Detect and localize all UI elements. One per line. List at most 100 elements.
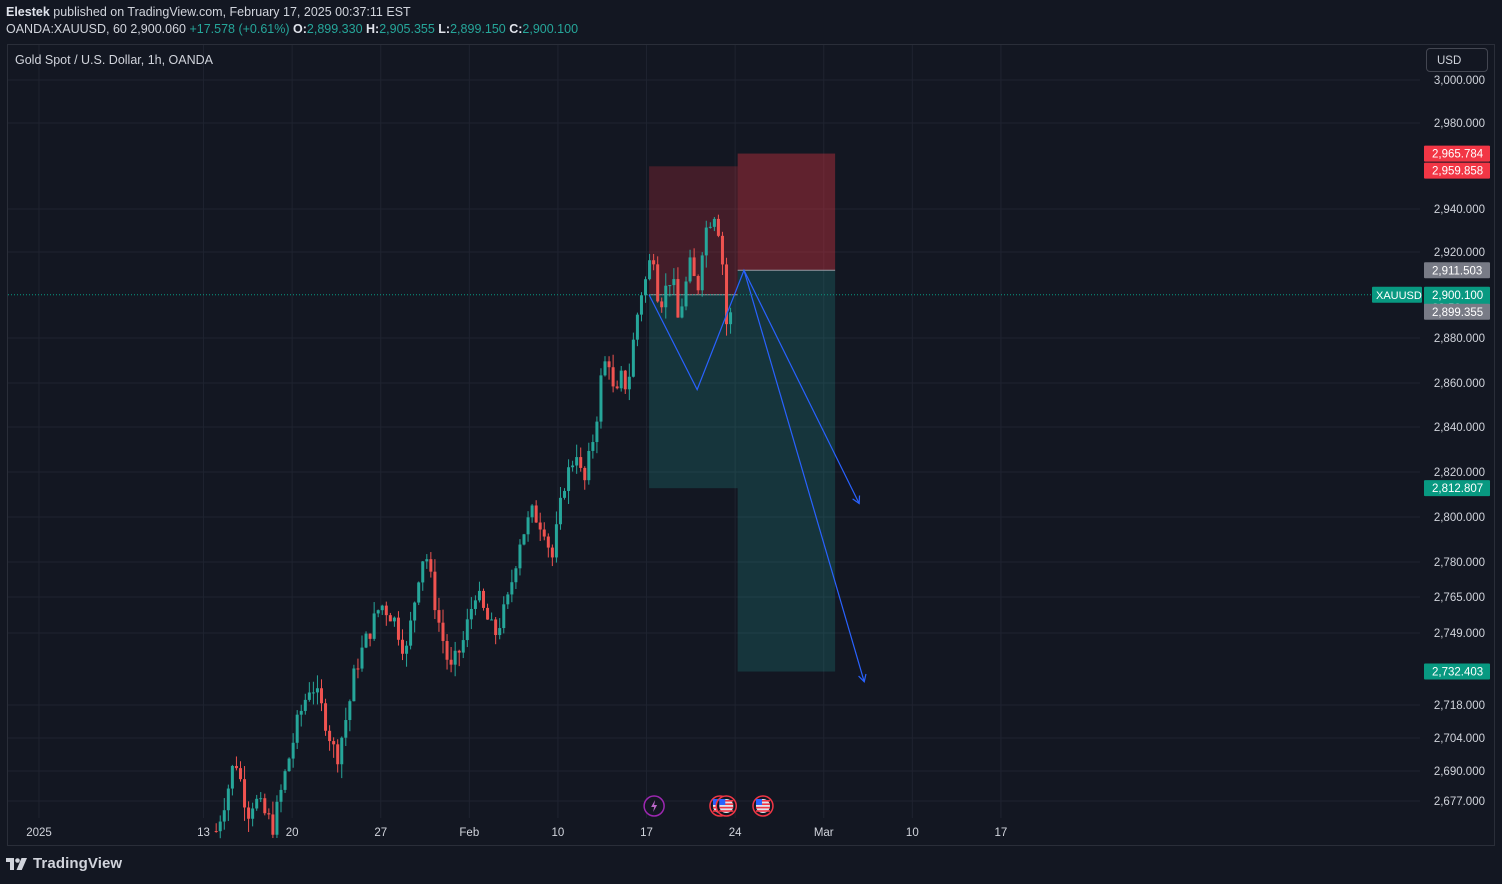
candle-body	[607, 361, 611, 368]
candle-body	[413, 602, 417, 621]
candle-body	[542, 529, 546, 537]
candle-body	[311, 692, 315, 694]
candle-body	[417, 582, 421, 603]
candle-body	[716, 218, 720, 236]
price-chart[interactable]: 3,000.000 2,980.000 2,940.000 2,920.000 2,88…	[0, 0, 1502, 884]
candle-body	[704, 227, 708, 256]
candle-body	[356, 668, 360, 670]
candle-body	[247, 807, 251, 819]
candle-body	[222, 810, 226, 822]
candle-body	[639, 295, 643, 315]
candle-body	[700, 255, 704, 291]
candle-body	[656, 264, 660, 302]
candle-body	[591, 442, 595, 451]
candle-body	[518, 544, 522, 569]
candle-body	[400, 639, 404, 654]
candle-body	[502, 604, 506, 629]
candle-body	[611, 367, 615, 387]
price-label: 2,899.355	[1432, 307, 1483, 319]
candle-body	[336, 744, 340, 765]
candle-body	[729, 312, 733, 325]
candle-body	[380, 605, 384, 611]
candle-body	[538, 522, 542, 530]
y-tick-label: 2,677.000	[1434, 796, 1485, 808]
x-tick-label: 13	[197, 827, 210, 839]
x-tick-label: 10	[552, 827, 565, 839]
x-tick-label: 27	[374, 827, 387, 839]
chart-title: Gold Spot / U.S. Dollar, 1h, OANDA	[15, 53, 213, 67]
candle-body	[534, 505, 538, 523]
currency-button[interactable]: USD	[1426, 48, 1488, 72]
y-tick-label: 2,820.000	[1434, 467, 1485, 479]
candle-body	[328, 730, 332, 742]
candle-body	[392, 617, 396, 622]
y-tick-label: 2,765.000	[1434, 592, 1485, 604]
candle-body	[319, 688, 323, 704]
candle-body	[388, 615, 392, 622]
candle-body	[644, 279, 648, 296]
y-tick-label: 2,840.000	[1434, 422, 1485, 434]
candle-body	[409, 620, 413, 646]
candle-body	[558, 497, 562, 525]
candle-body	[635, 314, 639, 340]
candle-body	[676, 279, 680, 318]
candle-body	[267, 813, 271, 815]
candle-body	[583, 467, 587, 481]
candle-body	[696, 276, 700, 291]
candle-body	[708, 226, 712, 228]
candle-body	[218, 821, 222, 832]
price-label: 2,900.100	[1432, 290, 1483, 302]
candle-body	[490, 619, 494, 621]
candle-body	[567, 467, 571, 491]
candle-body	[433, 571, 437, 611]
candle-body	[720, 235, 724, 265]
tradingview-logo[interactable]: TradingView	[6, 855, 122, 872]
candle-body	[688, 257, 692, 282]
candle-body	[295, 714, 299, 743]
candle-body	[648, 260, 652, 280]
candle-body	[425, 559, 429, 562]
candle-body	[631, 339, 635, 377]
candle-body	[348, 701, 352, 721]
event-icons	[643, 795, 774, 817]
candle-body	[315, 688, 319, 693]
y-tick-label: 2,920.000	[1434, 247, 1485, 259]
candle-body	[283, 771, 287, 790]
candle-body	[230, 765, 234, 789]
candle-body	[324, 703, 328, 731]
y-tick-label: 2,718.000	[1434, 700, 1485, 712]
candle-body	[522, 534, 526, 545]
symbol-tag: XAUUSD	[1376, 290, 1422, 302]
candle-body	[668, 285, 672, 287]
candle-body	[372, 613, 376, 639]
candle-body	[680, 306, 684, 318]
candle-body	[530, 505, 534, 518]
candle-body	[238, 768, 242, 780]
y-tick-label: 2,690.000	[1434, 766, 1485, 778]
candle-body	[226, 788, 230, 811]
y-tick-label: 2,880.000	[1434, 333, 1485, 345]
us-flag-icon	[715, 795, 738, 817]
y-tick-label: 3,000.000	[1434, 75, 1485, 87]
candle-body	[486, 607, 490, 620]
candle-body	[271, 814, 275, 835]
candle-body	[457, 650, 461, 653]
time-axis: 232025132027Feb101724Mar1017	[26, 827, 1007, 839]
x-tick-label: 24	[729, 827, 742, 839]
candle-body	[623, 370, 627, 390]
candle-body	[255, 798, 259, 809]
candle-body	[615, 386, 619, 389]
candle-body	[275, 801, 279, 835]
candle-body	[473, 600, 477, 609]
price-label: 2,965.784	[1432, 149, 1484, 161]
y-tick-label: 2,860.000	[1434, 378, 1485, 390]
x-tick-label: 2025	[26, 827, 52, 839]
candle-body	[546, 536, 550, 548]
candle-body	[299, 710, 303, 715]
candle-body	[498, 628, 502, 636]
candle-body	[376, 610, 380, 614]
candle-body	[554, 524, 558, 558]
candle-body	[526, 517, 530, 535]
price-axis: 3,000.000 2,980.000 2,940.000 2,920.000 2,88…	[1434, 75, 1485, 808]
tradingview-wordmark: TradingView	[33, 855, 123, 872]
